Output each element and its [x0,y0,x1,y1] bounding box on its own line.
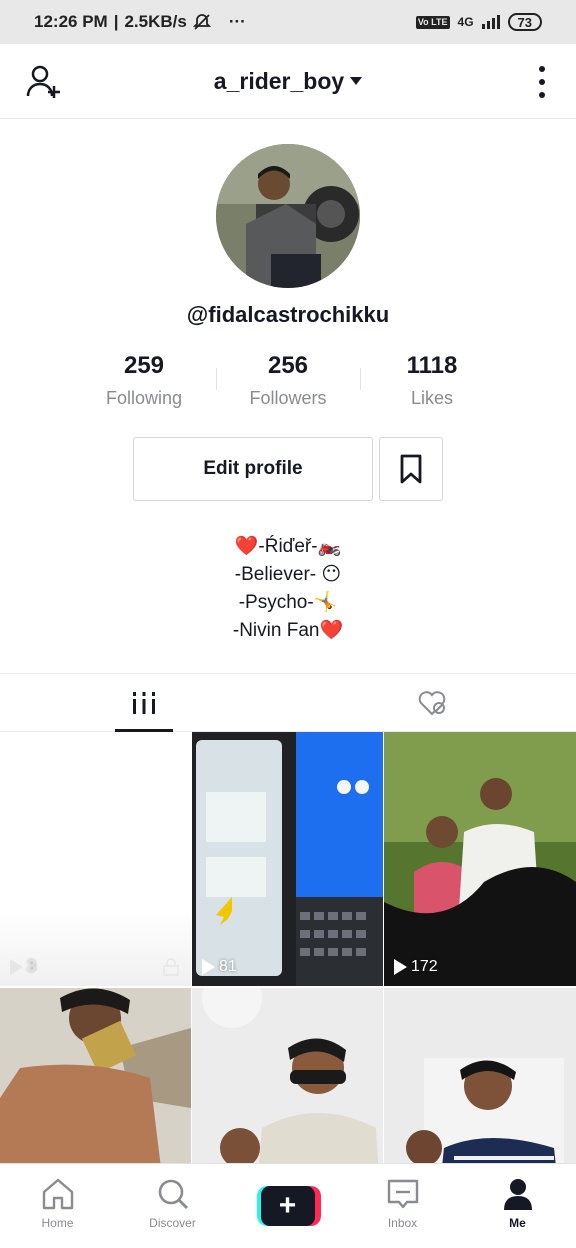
edit-profile-button[interactable]: Edit profile [133,437,373,501]
nav-me[interactable]: Me [460,1164,575,1248]
favorites-button[interactable] [379,437,443,501]
video-preview [192,732,383,986]
avatar-photo [216,144,360,288]
silent-icon [192,14,211,30]
stat-value: 259 [123,352,165,379]
home-icon [42,1178,73,1210]
profile-tabs [0,673,576,732]
stat-label: Following [105,388,183,408]
play-icon [202,959,215,975]
profile-handle: @fidalcastrochikku [186,302,390,327]
stat-label: Likes [410,388,454,408]
avatar[interactable] [216,144,360,288]
video-thumbnail[interactable]: 172 [384,732,576,986]
stat-label: Followers [249,388,327,408]
nav-label: Me [509,1216,526,1230]
stat-followers[interactable]: 256 Followers [216,352,360,409]
clock: 12:26 PM [34,12,108,31]
profile-icon [503,1179,532,1210]
profile-stats: 259 Following 256 Followers 1118 Likes [72,352,504,409]
account-switcher[interactable]: a_rider_boy [213,67,363,95]
stat-likes[interactable]: 1118 Likes [360,352,504,409]
stat-value: 256 [267,352,309,379]
lock-icon [163,958,179,976]
tab-videos[interactable] [0,674,288,732]
signal-icon [481,15,500,29]
plus-icon: + [260,1186,315,1226]
profile-bio: ❤️-Ŕiďeř-🏍️ -Believer- 😶 -Psycho-🤸 -Nivi… [0,533,576,645]
battery-icon: 73 [507,13,542,31]
bookmark-icon [400,454,422,484]
nav-discover[interactable]: Discover [115,1164,230,1248]
bio-line: -Nivin Fan❤️ [232,620,344,641]
volte-icon: Vo LTE [415,15,450,29]
chevron-down-icon [350,77,363,85]
nav-create[interactable]: + [230,1164,345,1248]
battery-level: 73 [517,14,532,30]
more-options-icon[interactable] [538,66,546,98]
nav-home[interactable]: Home [0,1164,115,1248]
bio-line: -Psycho-🤸 [238,592,338,613]
view-count: 172 [394,958,438,976]
video-thumbnail[interactable]: 3 [0,732,191,986]
status-bar: 12:26 PM | 2.5KB/s ··· Vo LTE 4G 73 [0,0,576,44]
view-count: 81 [202,958,237,976]
play-icon [394,959,407,975]
liked-hidden-icon [418,690,446,715]
inbox-icon [387,1179,418,1209]
video-thumbnail[interactable]: 81 [192,732,383,986]
nav-label: Discover [149,1216,196,1230]
nav-label: Home [41,1216,74,1230]
network-type: 4G [457,15,474,29]
view-count: 3 [10,958,36,976]
create-button[interactable]: + [256,1186,321,1226]
bio-line: ❤️-Ŕiďeř-🏍️ [234,536,342,557]
more-notifications: ··· [228,12,246,31]
tab-liked[interactable] [288,674,576,731]
search-icon [158,1179,188,1209]
add-user-icon[interactable] [26,64,62,100]
stat-value: 1118 [406,352,458,379]
play-icon [10,959,23,975]
network-speed: 2.5KB/s [124,12,187,31]
profile-header: a_rider_boy [0,44,576,119]
nav-label: Inbox [387,1216,418,1230]
bottom-nav: Home Discover + Inbox Me [0,1163,576,1248]
header-username: a_rider_boy [213,67,345,94]
grid-icon [133,691,155,714]
bio-line: -Believer- 😶 [234,564,342,585]
video-preview [384,732,576,986]
nav-inbox[interactable]: Inbox [345,1164,460,1248]
stat-following[interactable]: 259 Following [72,352,216,409]
